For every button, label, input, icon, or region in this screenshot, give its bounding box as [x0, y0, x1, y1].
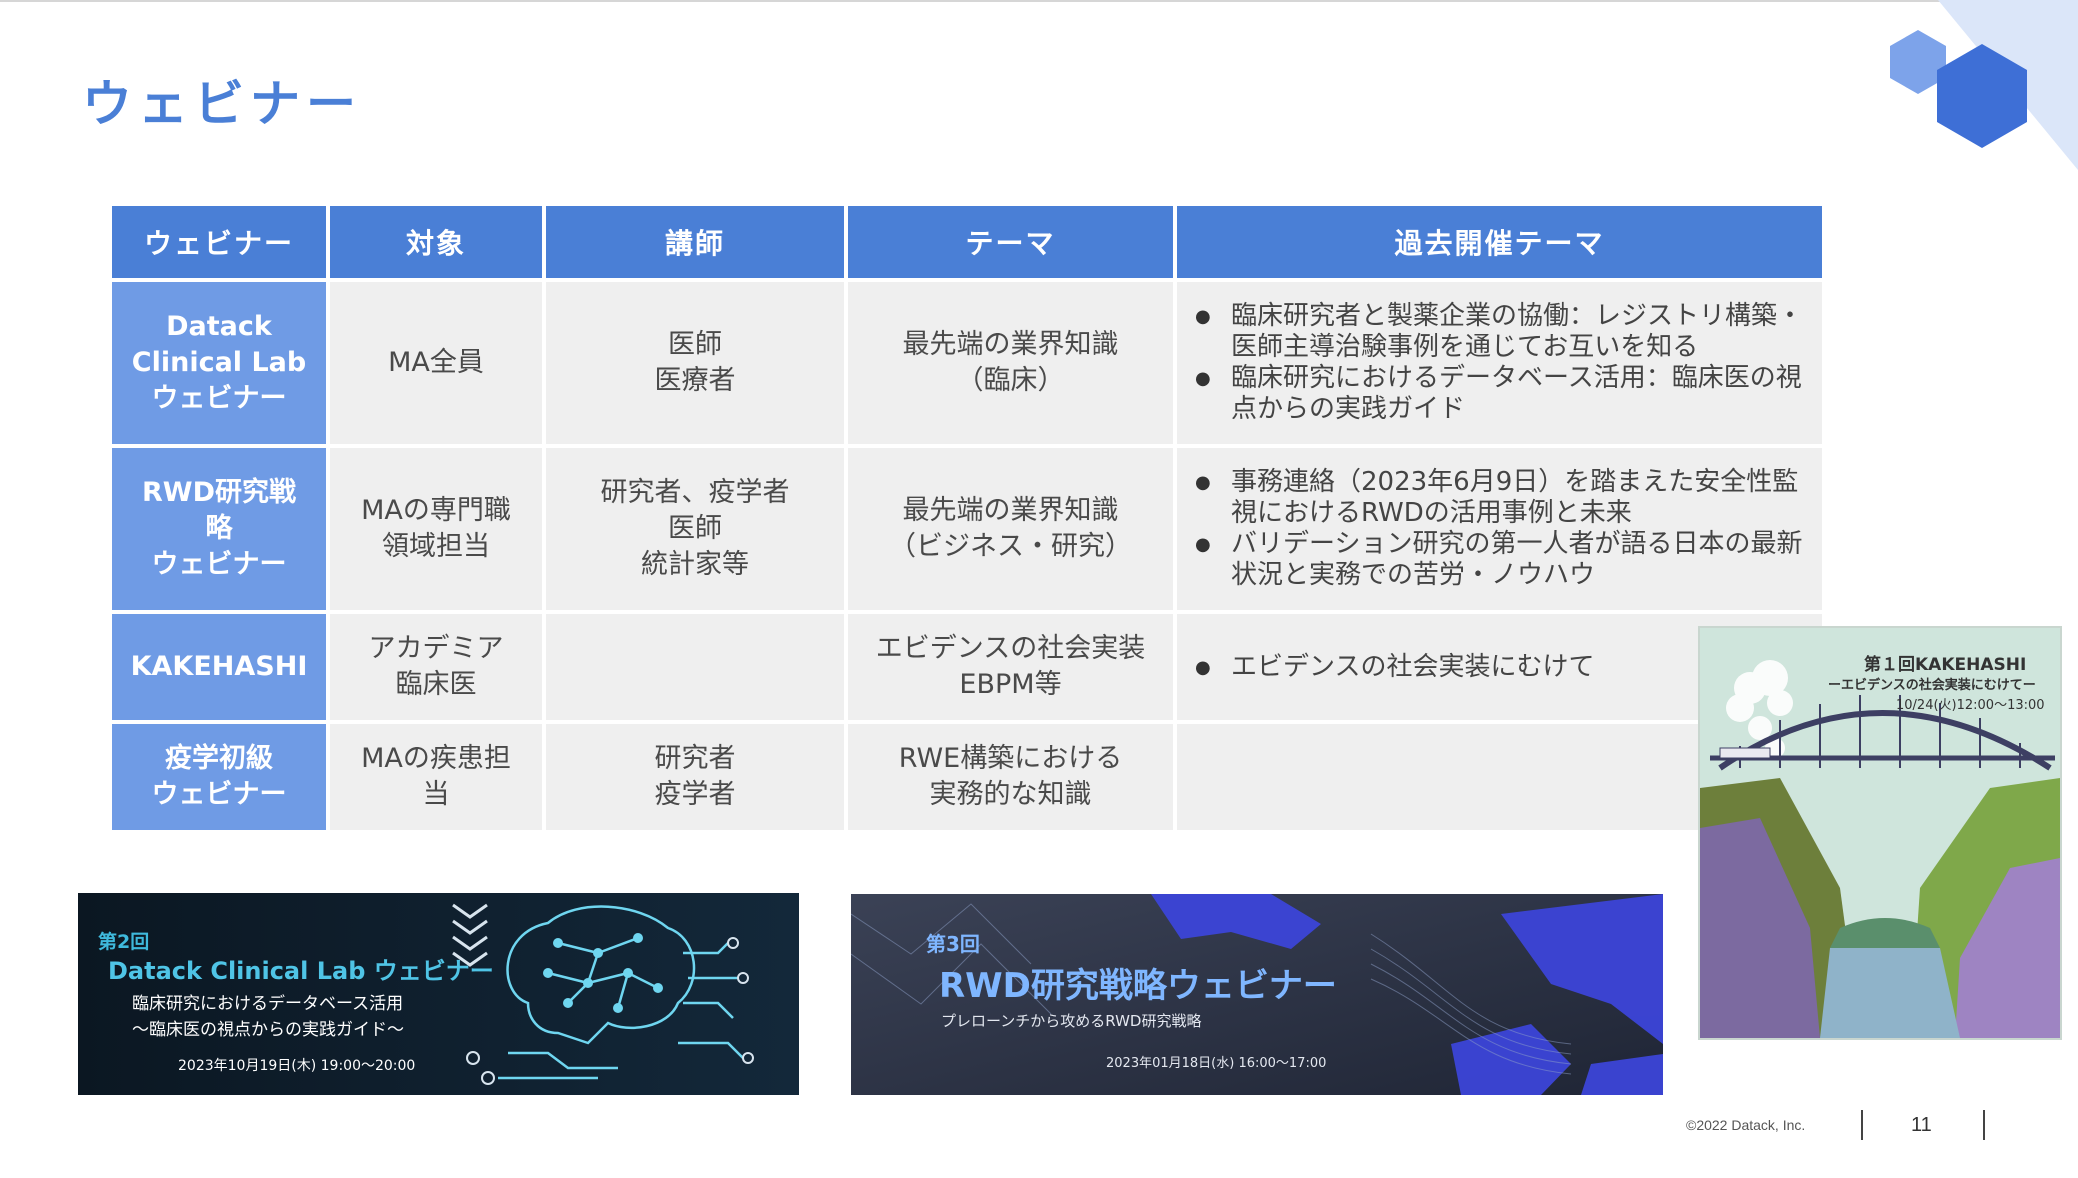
topic-item: 臨床研究者と製薬企業の協働：レジストリ構築・医師主導治験事例を通じてお互いを知る — [1195, 301, 1808, 363]
banner-subtitle: 臨床研究におけるデータベース活用 — [132, 994, 404, 1014]
webinar-table: ウェビナー 対象 講師 テーマ 過去開催テーマ Datack Clinical … — [108, 202, 1826, 834]
footer-divider — [1983, 1110, 1985, 1140]
clinical-lab-banner: 第2回 Datack Clinical Lab ウェビナー 臨床研究におけるデー… — [78, 893, 799, 1095]
past-topics-cell: 臨床研究者と製薬企業の協働：レジストリ構築・医師主導治験事例を通じてお互いを知る… — [1177, 282, 1822, 444]
theme-cell: RWE構築における 実務的な知識 — [848, 724, 1173, 830]
table-row: RWD研究戦 略 ウェビナー MAの専門職 領域担当 研究者、疫学者 医師 統計… — [112, 448, 1822, 610]
header-speakers: 講師 — [546, 206, 844, 278]
theme-cell: 最先端の業界知識 （臨床） — [848, 282, 1173, 444]
audience-cell: MAの疾患担 当 — [330, 724, 542, 830]
speakers-cell — [546, 614, 844, 720]
page-number: 11 — [1911, 1114, 1932, 1136]
table-row: 疫学初級 ウェビナー MAの疾患担 当 研究者 疫学者 RWE構築における 実務… — [112, 724, 1822, 830]
banner-subtitle: 〜臨床医の視点からの実践ガイド〜 — [132, 1020, 404, 1040]
speakers-cell: 医師 医療者 — [546, 282, 844, 444]
header-theme: テーマ — [848, 206, 1173, 278]
audience-cell: MA全員 — [330, 282, 542, 444]
banner-datetime: 10/24(火)12:00〜13:00 — [1896, 698, 2045, 713]
banner-subtitle: ーエビデンスの社会実装にむけてー — [1828, 678, 2036, 693]
table-header-row: ウェビナー 対象 講師 テーマ 過去開催テーマ — [112, 206, 1822, 278]
copyright-text: ©2022 Datack, Inc. — [1686, 1117, 1806, 1133]
theme-cell: エビデンスの社会実装 EBPM等 — [848, 614, 1173, 720]
banner-title: Datack Clinical Lab ウェビナー — [108, 957, 494, 985]
kakehashi-banner: 第１回KAKEHASHI ーエビデンスの社会実装にむけてー 10/24(火)12… — [1698, 626, 2062, 1040]
banner-datetime: 2023年10月19日(木) 19:00〜20:00 — [178, 1058, 416, 1074]
table-row: KAKEHASHI アカデミア 臨床医 エビデンスの社会実装 EBPM等 エビデ… — [112, 614, 1822, 720]
theme-cell: 最先端の業界知識 （ビジネス・研究） — [848, 448, 1173, 610]
past-topics-cell: 事務連絡（2023年6月9日）を踏まえた安全性監視におけるRWDの活用事例と未来… — [1177, 448, 1822, 610]
webinar-name: Datack Clinical Lab ウェビナー — [112, 282, 326, 444]
webinar-name: 疫学初級 ウェビナー — [112, 724, 326, 830]
banner-number: 第3回 — [926, 932, 980, 956]
rwd-banner: 第3回 RWD研究戦略ウェビナー プレローンチから攻めるRWD研究戦略 2023… — [851, 894, 1663, 1095]
topic-list: 臨床研究者と製薬企業の協働：レジストリ構築・医師主導治験事例を通じてお互いを知る… — [1195, 301, 1808, 425]
banner-title: RWD研究戦略ウェビナー — [939, 966, 1337, 1006]
banner-number: 第2回 — [98, 931, 150, 953]
topic-item: バリデーション研究の第一人者が語る日本の最新状況と実務での苦労・ノウハウ — [1195, 529, 1808, 591]
webinar-name: KAKEHASHI — [112, 614, 326, 720]
audience-cell: アカデミア 臨床医 — [330, 614, 542, 720]
topic-list: 事務連絡（2023年6月9日）を踏まえた安全性監視におけるRWDの活用事例と未来… — [1195, 467, 1808, 591]
topic-item: 臨床研究におけるデータベース活用：臨床医の視点からの実践ガイド — [1195, 363, 1808, 425]
banner-subtitle: プレローンチから攻めるRWD研究戦略 — [941, 1012, 1202, 1030]
top-divider — [0, 0, 2078, 2]
hexagon-decoration — [1890, 0, 2078, 170]
speakers-cell: 研究者 疫学者 — [546, 724, 844, 830]
footer-divider — [1861, 1110, 1863, 1140]
slide-title: ウェビナー — [82, 75, 362, 133]
audience-cell: MAの専門職 領域担当 — [330, 448, 542, 610]
header-past-topics: 過去開催テーマ — [1177, 206, 1822, 278]
speakers-cell: 研究者、疫学者 医師 統計家等 — [546, 448, 844, 610]
header-audience: 対象 — [330, 206, 542, 278]
table-row: Datack Clinical Lab ウェビナー MA全員 医師 医療者 最先… — [112, 282, 1822, 444]
banner-datetime: 2023年01月18日(水) 16:00〜17:00 — [1106, 1056, 1327, 1071]
webinar-name: RWD研究戦 略 ウェビナー — [112, 448, 326, 610]
banner-title: 第１回KAKEHASHI — [1864, 655, 2027, 675]
header-webinar: ウェビナー — [112, 206, 326, 278]
topic-item: 事務連絡（2023年6月9日）を踏まえた安全性監視におけるRWDの活用事例と未来 — [1195, 467, 1808, 529]
